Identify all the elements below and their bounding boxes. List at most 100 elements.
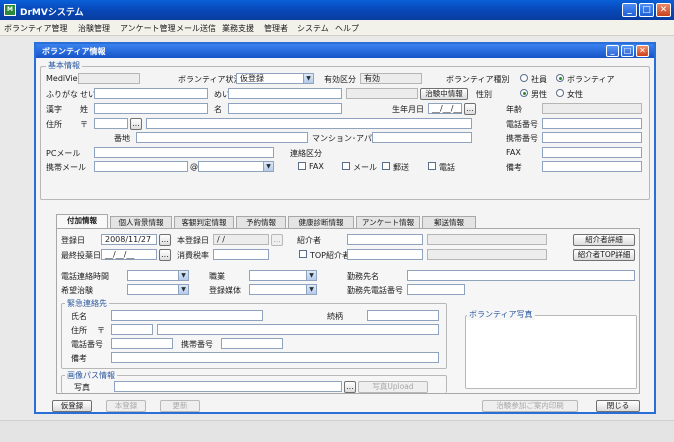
kana-label: ふりがな [46, 90, 78, 99]
mobile-number-input[interactable] [542, 132, 642, 143]
trial-info-button[interactable]: 治験中情報 [420, 88, 468, 100]
dialog-maximize-button[interactable]: □ [621, 45, 634, 57]
kanji-mei-input[interactable] [228, 103, 342, 114]
chevron-down-icon: ▼ [178, 285, 188, 294]
fax-label: FAX [506, 148, 521, 157]
age-field [542, 103, 642, 114]
emergency-relation-input[interactable] [367, 310, 439, 321]
reg-date-input[interactable]: 2008/11/27 [101, 234, 157, 245]
main-register-button[interactable]: 本登録 [106, 400, 146, 412]
contact-phone-label: 電話 [439, 163, 455, 172]
photo-upload-button[interactable]: 写真Upload [358, 381, 428, 393]
postal-code-input[interactable] [94, 118, 128, 129]
dialog-title: ボランティア情報 [42, 47, 106, 56]
temp-register-button[interactable]: 仮登録 [52, 400, 92, 412]
menu-trial[interactable]: 治験管理 [78, 23, 110, 34]
contact-post-checkbox[interactable] [382, 162, 390, 170]
call-time-select[interactable]: ▼ [127, 270, 189, 281]
reg-media-select[interactable]: ▼ [249, 284, 317, 295]
top-referrer-label: TOP紹介者 [310, 251, 351, 260]
close-dialog-button[interactable]: 閉じる [596, 400, 640, 412]
consumption-tax-input[interactable] [213, 249, 269, 260]
emergency-phone-input[interactable] [111, 338, 173, 349]
phone-input[interactable] [542, 118, 642, 129]
phone-label: 電話番号 [506, 120, 538, 129]
contact-phone-checkbox[interactable] [428, 162, 436, 170]
menu-system[interactable]: システム [297, 23, 329, 34]
referrer-detail-button[interactable]: 紹介者詳細 [573, 234, 635, 246]
work-name-input[interactable] [407, 270, 635, 281]
emergency-name-input[interactable] [111, 310, 263, 321]
tab-mailing[interactable]: 郵送情報 [422, 216, 476, 228]
menu-support[interactable]: 業務支援 [222, 23, 254, 34]
top-referrer-checkbox[interactable] [299, 250, 307, 258]
kana-mei-input[interactable] [228, 88, 342, 99]
contact-label: 連絡区分 [290, 149, 322, 158]
reg-date-calendar-button[interactable]: ... [159, 234, 171, 246]
maximize-button[interactable]: □ [639, 3, 654, 17]
work-phone-input[interactable] [407, 284, 465, 295]
tab-objective-judgment[interactable]: 客観判定情報 [174, 216, 234, 228]
kanji-sei-input[interactable] [94, 103, 208, 114]
tab-personal-background[interactable]: 個人背景情報 [110, 216, 172, 228]
hope-trial-select[interactable]: ▼ [127, 284, 189, 295]
menu-survey[interactable]: アンケート管理 [120, 23, 176, 34]
emergency-mobile-input[interactable] [221, 338, 283, 349]
pcmail-input[interactable] [94, 147, 274, 158]
last-dose-input[interactable]: __/__/__ [101, 249, 157, 260]
tab-extra-info[interactable]: 付加情報 [56, 214, 108, 228]
birth-input[interactable]: __/__/__ [428, 103, 462, 114]
last-dose-calendar-button[interactable]: ... [159, 249, 171, 261]
pcmail-label: PCメール [46, 149, 81, 158]
fax-input[interactable] [542, 147, 642, 158]
contact-mail-checkbox[interactable] [342, 162, 350, 170]
type-volunteer-radio[interactable] [556, 74, 564, 82]
menu-help[interactable]: ヘルプ [335, 23, 359, 34]
top-referrer-input[interactable] [347, 249, 423, 260]
mobile-mail-user-input[interactable] [94, 161, 188, 172]
note-input[interactable] [542, 161, 642, 172]
referrer-input[interactable] [347, 234, 423, 245]
chevron-down-icon: ▼ [306, 271, 316, 280]
contact-fax-checkbox[interactable] [298, 162, 306, 170]
dialog-minimize-button[interactable]: _ [606, 45, 619, 57]
menu-volunteer[interactable]: ボランティア管理 [4, 23, 68, 34]
menu-admin[interactable]: 管理者 [264, 23, 288, 34]
status-select[interactable]: 仮登録 ▼ [236, 73, 314, 84]
emergency-postal-input[interactable] [111, 324, 153, 335]
kanji-sei-label: 姓 [80, 105, 88, 114]
gender-female-radio[interactable] [556, 89, 564, 97]
gender-male-radio[interactable] [520, 89, 528, 97]
app-title: DrMVシステム [20, 8, 84, 18]
close-button[interactable]: ✕ [656, 3, 671, 17]
job-select[interactable]: ▼ [249, 270, 317, 281]
emergency-note-input[interactable] [111, 352, 439, 363]
update-button[interactable]: 更新 [160, 400, 200, 412]
birth-calendar-button[interactable]: ... [464, 103, 476, 115]
dialog-close-button[interactable]: ✕ [636, 45, 649, 57]
at-mark: @ [190, 162, 198, 171]
tab-health-checkup[interactable]: 健康診断情報 [288, 216, 354, 228]
mobile-number-label: 携帯番号 [506, 134, 538, 143]
tab-survey[interactable]: アンケート情報 [356, 216, 420, 228]
postal-search-button[interactable]: ... [130, 118, 142, 130]
addr-postal-mark: 〒 [80, 120, 88, 129]
banchi-input[interactable] [136, 132, 308, 143]
emergency-address-input[interactable] [157, 324, 439, 335]
main-reg-date-calendar-button[interactable]: ... [271, 234, 283, 246]
minimize-button[interactable]: _ [622, 3, 637, 17]
print-guide-button[interactable]: 治験参加ご案内印刷 [482, 400, 578, 412]
tab-reservation[interactable]: 予約情報 [236, 216, 286, 228]
menu-mail[interactable]: メール送信 [176, 23, 216, 34]
photo-browse-button[interactable]: ... [344, 381, 356, 393]
type-label: ボランティア種別 [446, 75, 510, 84]
emergency-note-label: 備考 [71, 354, 87, 363]
mobile-mail-domain-select[interactable]: ▼ [198, 161, 274, 172]
mansion-input[interactable] [372, 132, 472, 143]
address-input[interactable] [146, 118, 472, 129]
top-referrer-detail-button[interactable]: 紹介者TOP詳細 [573, 249, 635, 261]
photo-path-input[interactable] [114, 381, 342, 392]
type-employee-label: 社員 [531, 75, 547, 84]
kana-sei-input[interactable] [94, 88, 208, 99]
type-employee-radio[interactable] [520, 74, 528, 82]
